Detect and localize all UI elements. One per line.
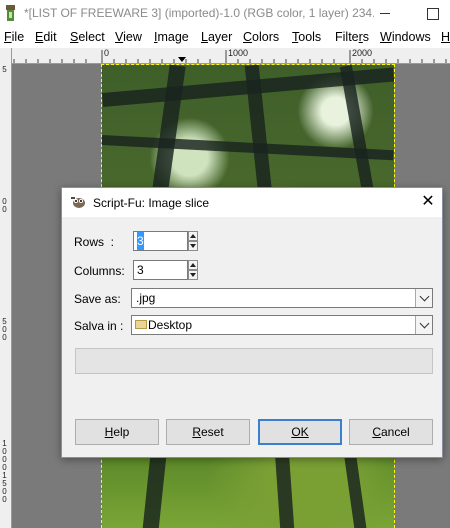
ruler-label: 1000: [228, 48, 249, 58]
chevron-down-icon: [419, 318, 429, 329]
cancel-mnemonic: C: [372, 425, 381, 439]
menu-mnemonic: W: [380, 30, 392, 44]
menu-filters[interactable]: Filters: [335, 30, 369, 44]
ruler-label: 0: [2, 205, 7, 214]
rows-spinbox[interactable]: [133, 231, 188, 251]
dialog-titlebar: Script-Fu: Image slice ✕: [62, 188, 442, 217]
maximize-button[interactable]: [410, 0, 450, 27]
close-icon[interactable]: ✕: [416, 191, 440, 213]
cancel-button[interactable]: Cancel: [349, 419, 433, 445]
menu-mnemonic: T: [292, 30, 299, 44]
menu-mnemonic: S: [70, 30, 79, 44]
minimize-icon: [380, 13, 390, 14]
menu-mnemonic: H: [441, 30, 450, 44]
save-in-label: Salva in :: [74, 319, 124, 333]
rows-label-text: Rows: [74, 235, 105, 249]
rows-input[interactable]: [137, 232, 144, 250]
arrow-up-icon: [190, 263, 196, 267]
menu-mnemonic: C: [243, 30, 253, 44]
menu-mnemonic: r: [358, 30, 363, 44]
arrow-down-icon: [190, 244, 196, 248]
menu-edit[interactable]: Edit: [35, 30, 57, 44]
chevron-down-icon: [419, 291, 429, 302]
rows-decrement-button[interactable]: [188, 241, 198, 251]
window-titlebar: *[LIST OF FREEWARE 3] (imported)-1.0 (RG…: [0, 0, 450, 27]
ruler-label: 5: [2, 65, 7, 74]
menu-mnemonic: L: [201, 30, 208, 44]
save-as-value: .jpg: [136, 291, 156, 305]
maximize-icon: [427, 7, 439, 20]
gimp-app-icon: [6, 5, 15, 21]
arrow-up-icon: [190, 234, 196, 238]
folder-icon: [135, 320, 147, 329]
menu-windows[interactable]: Windows: [380, 30, 431, 44]
image-slice-dialog: Script-Fu: Image slice ✕ Rows : Columns:…: [61, 187, 443, 458]
menu-help[interactable]: H: [441, 30, 450, 44]
columns-spinbox[interactable]: [133, 260, 188, 280]
progress-bar: [75, 348, 433, 374]
save-as-dropdown[interactable]: .jpg: [131, 288, 433, 308]
horizontal-ruler[interactable]: 0 1000 2000: [12, 48, 450, 64]
menu-tools[interactable]: Tools: [292, 30, 321, 44]
ruler-label: 0: [104, 48, 110, 58]
menu-select[interactable]: Select: [70, 30, 105, 44]
window-title: *[LIST OF FREEWARE 3] (imported)-1.0 (RG…: [24, 6, 374, 20]
columns-increment-button[interactable]: [188, 260, 198, 270]
dialog-title: Script-Fu: Image slice: [93, 196, 210, 210]
vertical-ruler[interactable]: 5 0 0 5 0 0 1 0 0 0 1 5 0 0: [0, 48, 12, 528]
gimp-wilber-icon: [71, 197, 85, 208]
help-mnemonic: H: [104, 425, 114, 439]
reset-mnemonic: R: [192, 425, 201, 439]
ruler-label: 2000: [352, 48, 373, 58]
menubar: File Edit Select View Image Layer Colors…: [0, 28, 450, 48]
columns-label: Columns:: [74, 264, 125, 278]
menu-mnemonic: V: [115, 30, 124, 44]
arrow-down-icon: [190, 273, 196, 277]
menu-view[interactable]: View: [115, 30, 142, 44]
ruler-label: 0: [2, 495, 7, 504]
ok-label: OK: [291, 425, 309, 439]
ok-button[interactable]: OK: [258, 419, 342, 445]
menu-mnemonic: I: [154, 30, 158, 44]
menu-colors[interactable]: Colors: [243, 30, 279, 44]
help-button[interactable]: Help: [75, 419, 159, 445]
menu-mnemonic: F: [4, 30, 12, 44]
rows-label: Rows :: [74, 235, 115, 249]
save-in-value: Desktop: [148, 318, 193, 332]
rows-increment-button[interactable]: [188, 231, 198, 241]
minimize-button[interactable]: [362, 0, 408, 27]
save-as-label: Save as:: [74, 292, 121, 306]
save-in-dropdown-button[interactable]: [415, 316, 432, 334]
ruler-label: 0: [2, 333, 7, 342]
rows-stepper[interactable]: [188, 231, 198, 251]
columns-decrement-button[interactable]: [188, 270, 198, 280]
menu-layer[interactable]: Layer: [201, 30, 232, 44]
reset-button[interactable]: Reset: [166, 419, 250, 445]
columns-input[interactable]: [134, 261, 177, 279]
save-in-folder-chooser[interactable]: Desktop: [131, 315, 433, 335]
menu-mnemonic: E: [35, 30, 44, 44]
menu-file[interactable]: File: [4, 30, 24, 44]
columns-stepper[interactable]: [188, 260, 198, 280]
menu-image[interactable]: Image: [154, 30, 189, 44]
save-as-dropdown-button[interactable]: [415, 289, 432, 307]
